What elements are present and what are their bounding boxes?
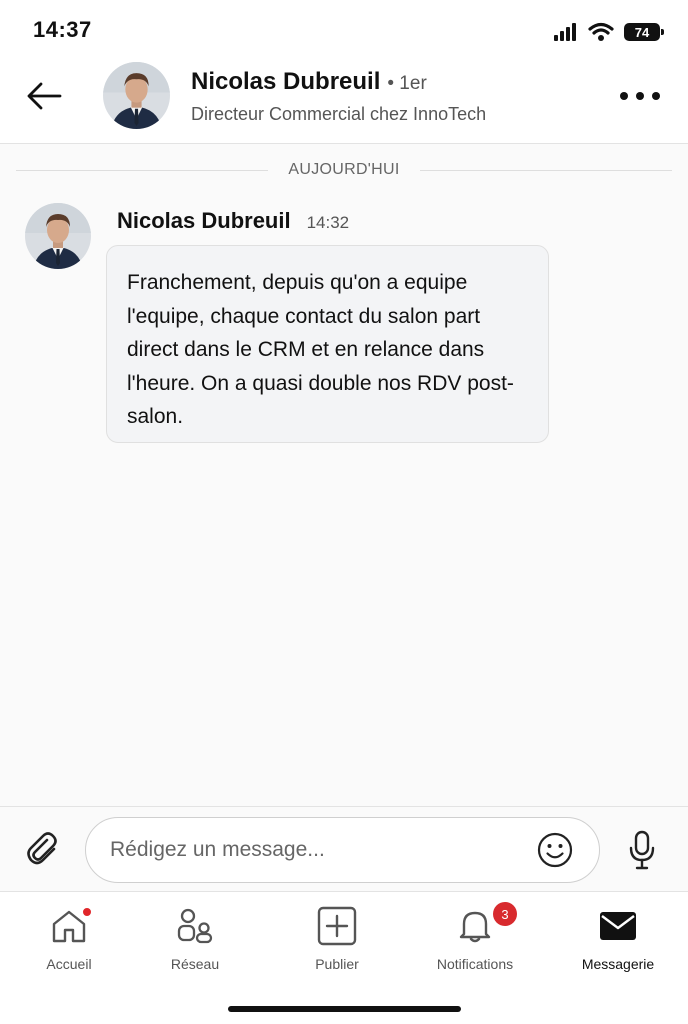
date-divider: AUJOURD'HUI [16, 158, 672, 182]
nav-label: Messagerie [581, 956, 655, 972]
nav-icon-wrapper [49, 906, 93, 946]
nav-item-home[interactable]: Accueil [4, 906, 134, 978]
network-icon [177, 908, 213, 944]
battery-icon: 74 [624, 23, 664, 41]
nav-item-notifications[interactable]: 3 Notifications [410, 902, 540, 978]
more-dot [652, 92, 660, 100]
message-bubble[interactable]: Franchement, depuis qu'on a equipe l'equ… [106, 245, 549, 443]
connection-degree: • 1er [387, 73, 427, 94]
emoji-button[interactable] [537, 832, 573, 868]
home-indicator[interactable] [228, 1006, 461, 1012]
nav-label: Réseau [170, 956, 220, 972]
message-sender[interactable]: Nicolas Dubreuil [117, 208, 291, 234]
notification-dot [81, 906, 93, 918]
divider-line [419, 169, 672, 171]
bottom-navigation: Accueil Réseau Publier 3 Notifications M… [0, 892, 688, 1024]
battery-level: 74 [634, 24, 650, 40]
date-divider-label: AUJOURD'HUI [288, 161, 400, 178]
notification-count-badge: 3 [493, 902, 517, 926]
more-dot [620, 92, 628, 100]
conversation-header: Nicolas Dubreuil • 1er Directeur Commerc… [0, 60, 688, 144]
avatar[interactable] [103, 62, 170, 129]
signal-icon [554, 23, 576, 41]
contact-name[interactable]: Nicolas Dubreuil [191, 68, 380, 96]
message-composer [0, 806, 688, 892]
nav-item-post[interactable]: Publier [272, 906, 402, 978]
status-icons: 74 [554, 20, 664, 44]
post-icon [317, 906, 357, 946]
nav-icon-wrapper [598, 906, 638, 946]
message-meta: Nicolas Dubreuil 14:32 [117, 208, 349, 234]
microphone-icon [629, 830, 655, 870]
messaging-icon [600, 912, 636, 940]
bell-icon [459, 911, 491, 943]
message-input[interactable] [110, 818, 530, 882]
back-arrow-icon [27, 82, 62, 110]
message-timestamp: 14:32 [306, 213, 350, 232]
attach-button[interactable] [22, 829, 62, 869]
status-time: 14:37 [33, 17, 92, 42]
wifi-icon [588, 22, 614, 41]
more-dot [636, 92, 644, 100]
nav-icon-wrapper: 3 [455, 902, 517, 946]
profile-photo [103, 62, 170, 129]
more-options-button[interactable] [620, 84, 660, 108]
back-button[interactable] [24, 78, 64, 114]
profile-photo [25, 203, 91, 269]
message-avatar[interactable] [25, 203, 91, 269]
status-bar: 14:37 74 [0, 0, 688, 60]
nav-label: Publier [315, 956, 359, 972]
nav-label: Notifications [436, 956, 514, 972]
message-input-wrapper [85, 817, 600, 883]
nav-icon-wrapper [175, 906, 215, 946]
paperclip-icon [27, 832, 57, 865]
voice-message-button[interactable] [626, 829, 658, 871]
divider-line [16, 169, 269, 171]
smiley-icon [537, 832, 573, 868]
nav-label: Accueil [46, 956, 92, 972]
nav-item-network[interactable]: Réseau [130, 906, 260, 978]
contact-headline: Directeur Commercial chez InnoTech [191, 104, 487, 124]
nav-icon-wrapper [317, 906, 357, 946]
header-name-row: Nicolas Dubreuil • 1er [191, 68, 427, 96]
nav-item-messaging[interactable]: Messagerie [553, 906, 683, 978]
